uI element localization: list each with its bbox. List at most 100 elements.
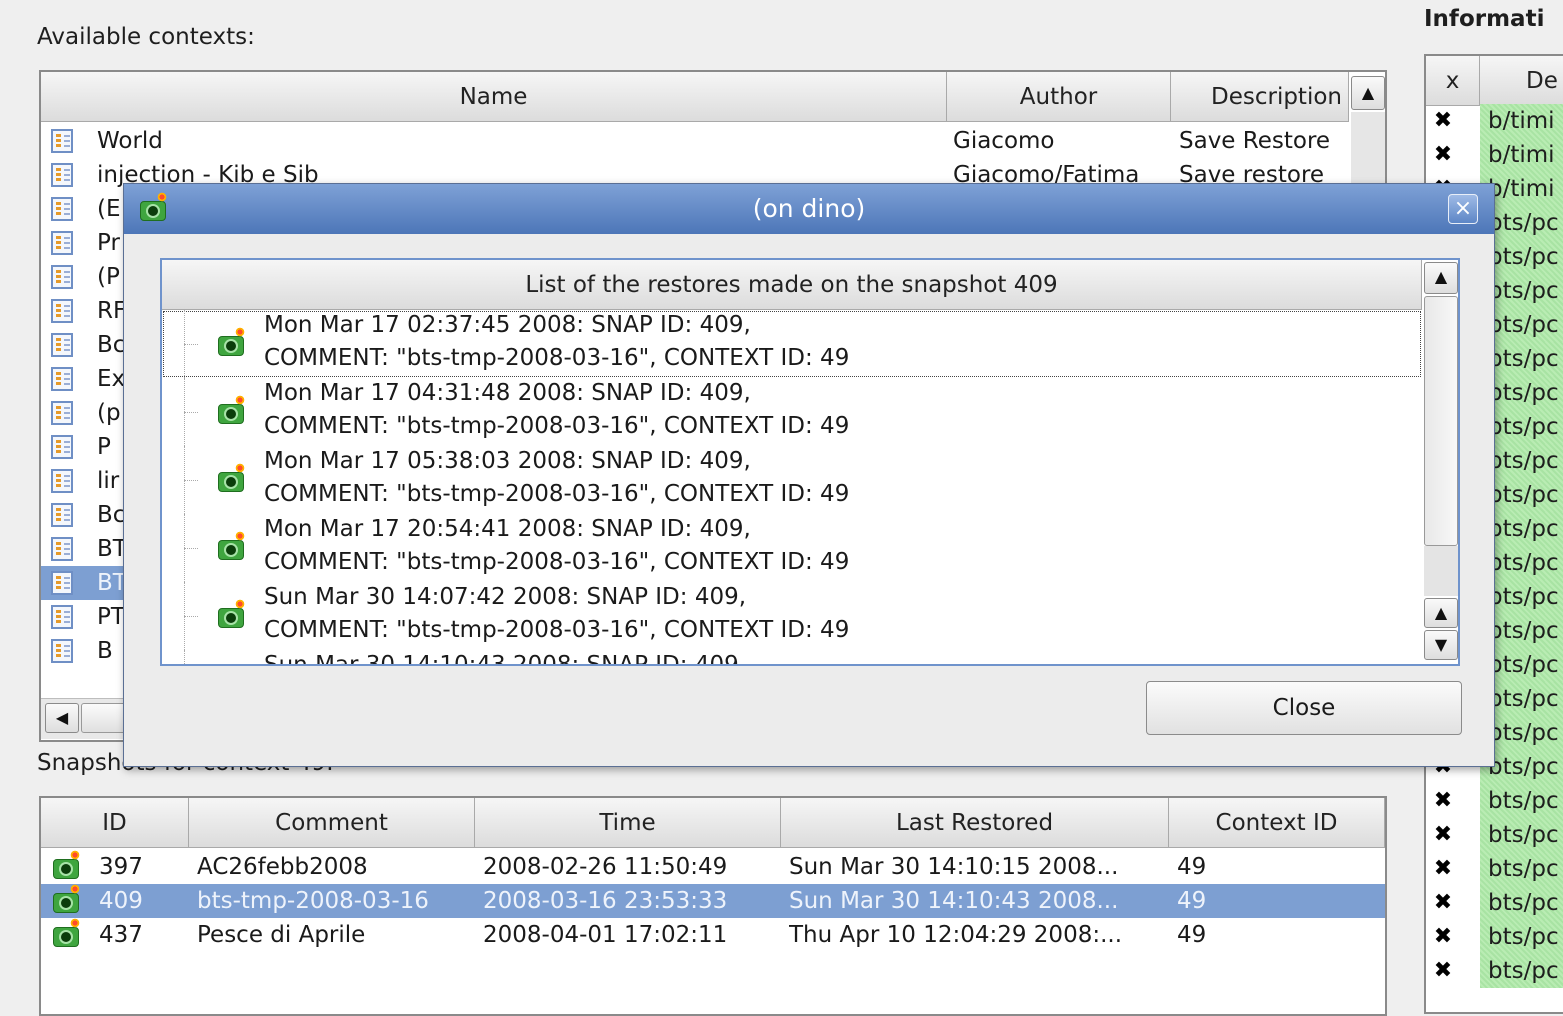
info-row[interactable]: bts/pc bbox=[1480, 852, 1563, 886]
snapshot-comment: AC26febb2008 bbox=[197, 854, 368, 880]
col-header-description[interactable]: Description bbox=[1171, 72, 1349, 122]
remove-icon[interactable]: ✖ bbox=[1432, 824, 1454, 846]
col-header-time[interactable]: Time bbox=[475, 798, 781, 848]
context-name: World bbox=[97, 128, 163, 154]
restore-line2: COMMENT: "bts-tmp-2008-03-16", CONTEXT I… bbox=[264, 481, 850, 507]
tree-branch bbox=[184, 412, 198, 413]
snapshot-id: 409 bbox=[99, 888, 143, 914]
snapshot-context-id: 49 bbox=[1177, 888, 1207, 914]
info-row[interactable]: bts/pc bbox=[1480, 886, 1563, 920]
col-header-id[interactable]: ID bbox=[41, 798, 189, 848]
col-header-comment[interactable]: Comment bbox=[189, 798, 475, 848]
restore-line1: Mon Mar 17 05:38:03 2008: SNAP ID: 409, bbox=[264, 448, 751, 474]
remove-icon[interactable]: ✖ bbox=[1432, 892, 1454, 914]
tree-branch bbox=[184, 548, 198, 549]
restore-line1: Sun Mar 30 14:10:43 2008: SNAP ID: 409 bbox=[264, 652, 739, 666]
context-list-icon bbox=[51, 333, 73, 357]
snapshots-table[interactable]: ID Comment Time Last Restored Context ID… bbox=[39, 796, 1387, 1016]
dialog-titlebar[interactable]: (on dino) × bbox=[124, 184, 1494, 234]
list-scroll-down-icon[interactable]: ▼ bbox=[1424, 630, 1458, 660]
remove-icon[interactable]: ✖ bbox=[1432, 858, 1454, 880]
info-row[interactable]: bts/pc bbox=[1480, 954, 1563, 988]
remove-icon[interactable]: ✖ bbox=[1432, 790, 1454, 812]
context-author: Giacomo bbox=[953, 128, 1055, 154]
restore-item[interactable]: Mon Mar 17 20:54:41 2008: SNAP ID: 409, C… bbox=[162, 514, 1422, 582]
snapshot-comment: Pesce di Aprile bbox=[197, 922, 366, 948]
restore-item[interactable]: Sun Mar 30 14:10:43 2008: SNAP ID: 409 bbox=[162, 650, 1422, 666]
camera-icon bbox=[53, 850, 80, 879]
restore-item[interactable]: Mon Mar 17 05:38:03 2008: SNAP ID: 409, C… bbox=[162, 446, 1422, 514]
remove-icon[interactable]: ✖ bbox=[1432, 144, 1454, 166]
snapshot-context-id: 49 bbox=[1177, 922, 1207, 948]
snapshot-last-restored: Sun Mar 30 14:10:15 2008... bbox=[789, 854, 1119, 880]
snapshot-context-id: 49 bbox=[1177, 854, 1207, 880]
context-list-icon bbox=[51, 163, 73, 187]
snapshot-last-restored: Thu Apr 10 12:04:29 2008:... bbox=[789, 922, 1123, 948]
close-icon[interactable]: × bbox=[1448, 194, 1478, 224]
context-list-icon bbox=[51, 571, 73, 595]
snapshot-row[interactable]: 437 Pesce di Aprile 2008-04-01 17:02:11 Thu… bbox=[41, 918, 1385, 952]
snapshot-time: 2008-04-01 17:02:11 bbox=[483, 922, 728, 948]
snapshot-id: 397 bbox=[99, 854, 143, 880]
context-list-icon bbox=[51, 299, 73, 323]
list-scroll-thumb[interactable] bbox=[1424, 296, 1458, 546]
context-list-icon bbox=[51, 265, 73, 289]
camera-icon bbox=[218, 327, 245, 356]
col-header-name[interactable]: Name bbox=[41, 72, 947, 122]
snapshot-row[interactable]: 409 bts-tmp-2008-03-16 2008-03-16 23:53:33… bbox=[41, 884, 1385, 918]
snapshot-row[interactable]: 397 AC26febb2008 2008-02-26 11:50:49 Sun Ma… bbox=[41, 850, 1385, 884]
context-list-icon bbox=[51, 605, 73, 629]
restore-line2: COMMENT: "bts-tmp-2008-03-16", CONTEXT I… bbox=[264, 413, 850, 439]
tree-branch bbox=[184, 616, 198, 617]
camera-icon bbox=[218, 395, 245, 424]
restore-line2: COMMENT: "bts-tmp-2008-03-16", CONTEXT I… bbox=[264, 345, 850, 371]
remove-icon[interactable]: ✖ bbox=[1432, 926, 1454, 948]
context-list-icon bbox=[51, 197, 73, 221]
context-row[interactable]: World Giacomo Save Restore bbox=[41, 124, 1349, 158]
snapshot-id: 437 bbox=[99, 922, 143, 948]
context-list-icon bbox=[51, 367, 73, 391]
restore-line1: Sun Mar 30 14:07:42 2008: SNAP ID: 409, bbox=[264, 584, 747, 610]
restores-list[interactable]: List of the restores made on the snapsho… bbox=[160, 258, 1460, 666]
info-row[interactable]: bts/pc bbox=[1480, 818, 1563, 852]
context-list-icon bbox=[51, 231, 73, 255]
list-header[interactable]: List of the restores made on the snapsho… bbox=[162, 260, 1422, 310]
context-list-icon bbox=[51, 469, 73, 493]
restore-line2: COMMENT: "bts-tmp-2008-03-16", CONTEXT I… bbox=[264, 617, 850, 643]
info-row[interactable]: bts/pc bbox=[1480, 920, 1563, 954]
tree-branch bbox=[184, 344, 198, 345]
context-list-icon bbox=[51, 639, 73, 663]
col-header-de[interactable]: De bbox=[1480, 56, 1563, 106]
snapshots-rows: 397 AC26febb2008 2008-02-26 11:50:49 Sun Ma… bbox=[41, 850, 1385, 970]
info-row[interactable]: bts/pc bbox=[1480, 784, 1563, 818]
remove-icon[interactable]: ✖ bbox=[1432, 110, 1454, 132]
restore-line1: Mon Mar 17 20:54:41 2008: SNAP ID: 409, bbox=[264, 516, 751, 542]
tree-branch bbox=[184, 480, 198, 481]
snapshot-time: 2008-02-26 11:50:49 bbox=[483, 854, 728, 880]
restore-item[interactable]: Mon Mar 17 04:31:48 2008: SNAP ID: 409, C… bbox=[162, 378, 1422, 446]
close-button[interactable]: Close bbox=[1146, 681, 1462, 735]
tree-line bbox=[184, 650, 185, 664]
restore-item[interactable]: Mon Mar 17 02:37:45 2008: SNAP ID: 409, C… bbox=[162, 310, 1422, 378]
col-header-author[interactable]: Author bbox=[947, 72, 1171, 122]
list-scroll-up-icon[interactable]: ▲ bbox=[1424, 262, 1458, 294]
list-scroll-up-small-icon[interactable]: ▲ bbox=[1424, 598, 1458, 628]
col-header-x[interactable]: x bbox=[1426, 56, 1480, 106]
restore-line1: Mon Mar 17 02:37:45 2008: SNAP ID: 409, bbox=[264, 312, 751, 338]
remove-icon[interactable]: ✖ bbox=[1432, 960, 1454, 982]
contexts-scroll-up-icon[interactable]: ▲ bbox=[1351, 76, 1385, 110]
camera-icon bbox=[53, 884, 80, 913]
col-header-context-id[interactable]: Context ID bbox=[1169, 798, 1385, 848]
col-header-last-restored[interactable]: Last Restored bbox=[781, 798, 1169, 848]
dialog-title: (on dino) bbox=[752, 194, 866, 223]
camera-icon bbox=[218, 531, 245, 560]
context-description: Save Restore bbox=[1179, 128, 1331, 154]
restore-item[interactable]: Sun Mar 30 14:07:42 2008: SNAP ID: 409, C… bbox=[162, 582, 1422, 650]
info-row[interactable]: b/timi bbox=[1480, 104, 1563, 138]
list-scroll-track[interactable] bbox=[1424, 546, 1458, 596]
camera-icon bbox=[53, 918, 80, 947]
restores-dialog: (on dino) × List of the restores made on… bbox=[123, 183, 1495, 767]
context-list-icon bbox=[51, 503, 73, 527]
info-row[interactable]: b/timi bbox=[1480, 138, 1563, 172]
scroll-left-icon[interactable]: ◀ bbox=[45, 703, 79, 733]
